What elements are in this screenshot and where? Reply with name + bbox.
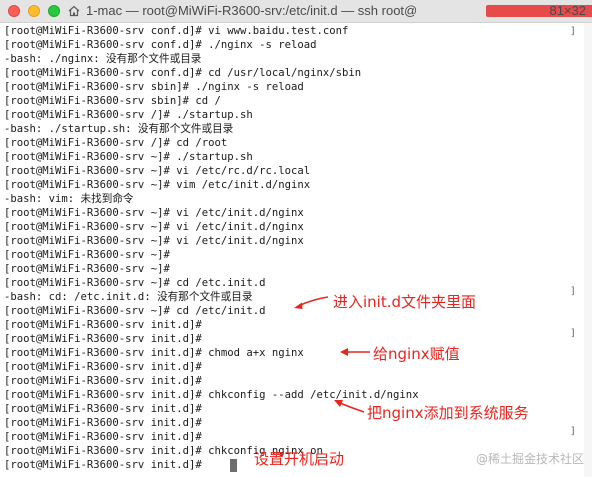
close-window-button[interactable] bbox=[8, 5, 20, 17]
title-bar[interactable]: 1-mac — root@MiWiFi-R3600-srv:/etc/init.… bbox=[0, 0, 592, 23]
bracket-mark-icon: ] bbox=[570, 426, 577, 437]
home-folder-icon bbox=[68, 5, 80, 17]
terminal-line: [root@MiWiFi-R3600-srv conf.d]# ./nginx … bbox=[4, 39, 317, 51]
terminal-line: -bash: cd: /etc.init.d: 没有那个文件或目录 bbox=[4, 291, 253, 303]
terminal-line: [root@MiWiFi-R3600-srv init.d]# bbox=[4, 431, 202, 443]
minimize-window-button[interactable] bbox=[28, 5, 40, 17]
arrow-left-icon bbox=[340, 348, 370, 356]
terminal-line: [root@MiWiFi-R3600-srv /]# ./startup.sh bbox=[4, 109, 253, 121]
bracket-mark-icon: ] bbox=[570, 26, 577, 37]
bracket-mark-icon: ] bbox=[570, 286, 577, 297]
terminal-line: [root@MiWiFi-R3600-srv init.d]# bbox=[4, 459, 209, 471]
terminal-line: [root@MiWiFi-R3600-srv init.d]# chmod a+… bbox=[4, 347, 304, 359]
terminal-line: [root@MiWiFi-R3600-srv ~]# cd /etc.init.… bbox=[4, 277, 266, 289]
terminal-line: [root@MiWiFi-R3600-srv init.d]# bbox=[4, 403, 202, 415]
annotation-add-service: 把nginx添加到系统服务 bbox=[367, 404, 529, 422]
window-title-area: 1-mac — root@MiWiFi-R3600-srv:/etc/init.… bbox=[68, 0, 592, 22]
terminal-window: 1-mac — root@MiWiFi-R3600-srv:/etc/init.… bbox=[0, 0, 592, 477]
annotation-chmod-nginx: 给nginx赋值 bbox=[373, 345, 460, 363]
terminal-line: [root@MiWiFi-R3600-srv /]# cd /root bbox=[4, 137, 228, 149]
terminal-line: [root@MiWiFi-R3600-srv conf.d]# vi www.b… bbox=[4, 25, 349, 37]
terminal-line: -bash: ./startup.sh: 没有那个文件或目录 bbox=[4, 123, 234, 135]
watermark: @稀土掘金技术社区 bbox=[475, 452, 584, 466]
terminal-line: [root@MiWiFi-R3600-srv ~]# vi /etc/rc.d/… bbox=[4, 165, 311, 177]
maximize-window-button[interactable] bbox=[48, 5, 60, 17]
terminal-line: -bash: ./nginx: 没有那个文件或目录 bbox=[4, 53, 202, 65]
terminal-line: [root@MiWiFi-R3600-srv ~]# bbox=[4, 249, 170, 261]
terminal-line: [root@MiWiFi-R3600-srv init.d]# bbox=[4, 319, 202, 331]
text-cursor bbox=[230, 459, 237, 472]
terminal-line: [root@MiWiFi-R3600-srv sbin]# ./nginx -s… bbox=[4, 81, 304, 93]
arrow-left-icon bbox=[294, 296, 329, 309]
arrow-up-left-icon bbox=[334, 400, 365, 413]
terminal-line: [root@MiWiFi-R3600-srv ~]# bbox=[4, 263, 170, 275]
terminal-line: [root@MiWiFi-R3600-srv ~]# ./startup.sh bbox=[4, 151, 253, 163]
terminal-line: [root@MiWiFi-R3600-srv conf.d]# cd /usr/… bbox=[4, 67, 362, 79]
bracket-mark-icon: ] bbox=[570, 328, 577, 339]
terminal-line: [root@MiWiFi-R3600-srv ~]# cd /etc/init.… bbox=[4, 305, 266, 317]
annotation-enable-on-boot: 设置开机启动 bbox=[254, 450, 345, 468]
terminal-line: [root@MiWiFi-R3600-srv ~]# vi /etc/init.… bbox=[4, 235, 304, 247]
terminal-line: [root@MiWiFi-R3600-srv init.d]# bbox=[4, 417, 202, 429]
terminal-line: [root@MiWiFi-R3600-srv sbin]# cd / bbox=[4, 95, 221, 107]
terminal-line: [root@MiWiFi-R3600-srv ~]# vi /etc/init.… bbox=[4, 207, 304, 219]
terminal-line: -bash: vim: 未找到命令 bbox=[4, 193, 134, 205]
window-title: 1-mac — root@MiWiFi-R3600-srv:/etc/init.… bbox=[86, 3, 418, 18]
terminal-line: [root@MiWiFi-R3600-srv ~]# vi /etc/init.… bbox=[4, 221, 304, 233]
terminal-line: [root@MiWiFi-R3600-srv init.d]# bbox=[4, 333, 202, 345]
window-dimensions: 81×32 bbox=[549, 3, 586, 18]
terminal-line: [root@MiWiFi-R3600-srv init.d]# bbox=[4, 361, 202, 373]
annotation-enter-initd: 进入init.d文件夹里面 bbox=[333, 293, 477, 311]
terminal-line: [root@MiWiFi-R3600-srv init.d]# bbox=[4, 375, 202, 387]
terminal-line: [root@MiWiFi-R3600-srv ~]# vim /etc/init… bbox=[4, 179, 311, 191]
